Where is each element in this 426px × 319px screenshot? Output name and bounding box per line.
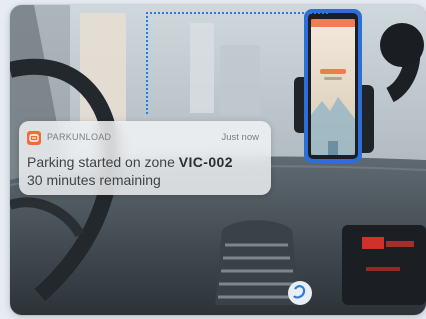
notification-message-prefix: Parking started on zone bbox=[27, 154, 179, 170]
photo-frame: PARKUNLOAD Just now Parking started on z… bbox=[10, 5, 426, 315]
notification-remaining: 30 minutes remaining bbox=[27, 172, 161, 188]
notification-message: Parking started on zone VIC-002 bbox=[27, 154, 233, 170]
parkunload-app-icon bbox=[27, 131, 41, 145]
notification-app-name: PARKUNLOAD bbox=[47, 132, 112, 142]
push-notification[interactable]: PARKUNLOAD Just now Parking started on z… bbox=[19, 121, 271, 195]
zone-code: VIC-002 bbox=[178, 154, 233, 170]
notification-time: Just now bbox=[221, 132, 260, 143]
dashboard-button-icon bbox=[288, 281, 312, 305]
